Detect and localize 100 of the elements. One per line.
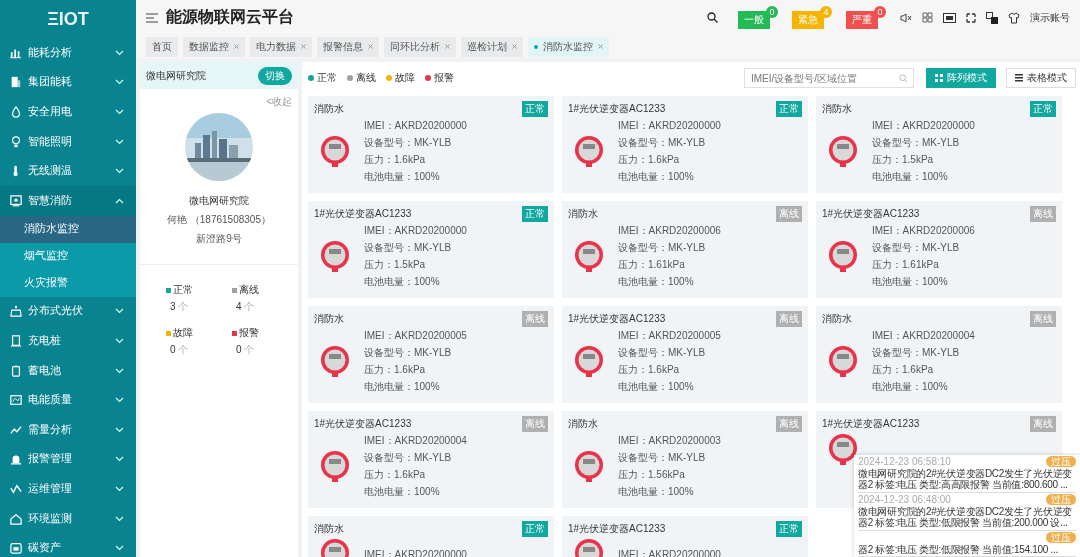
device-name: 消防水: [568, 417, 598, 431]
notification-text: 微电网研究院的2#光伏逆变器DC2发生了光伏逆变器2 标签:电压 类型:低限报警 当前值:200.000 设...: [858, 505, 1073, 529]
status-tag: 离线: [1030, 311, 1056, 327]
device-field: 设备型号：MK-YLB: [364, 451, 467, 465]
status-tag: 离线: [776, 416, 802, 432]
status-tag: 离线: [522, 311, 548, 327]
device-name: 消防水: [822, 102, 852, 116]
notification-time: 2024-12-23 06:58:10: [858, 456, 951, 467]
device-field: 压力：1.6kPa: [872, 363, 975, 377]
device-field: 电池电量：100%: [618, 170, 721, 184]
device-name: 1#光伏逆变器AC1233: [568, 312, 666, 326]
device-field: 压力：1.6kPa: [618, 363, 721, 377]
device-name: 消防水: [314, 522, 344, 536]
legend-label: 故障: [395, 71, 415, 85]
device-field: 电池电量：100%: [872, 170, 975, 184]
device-field: 电池电量：100%: [364, 275, 467, 289]
device-field: 电池电量：100%: [618, 380, 721, 394]
stat-label: 离线: [239, 283, 259, 297]
device-field: 电池电量：100%: [364, 170, 467, 184]
status-tag: 正常: [776, 101, 802, 117]
device-field: 设备型号：MK-YLB: [364, 346, 467, 360]
device-field: IMEI：AKRD20200000: [618, 119, 721, 133]
device-field: 压力：1.6kPa: [364, 468, 467, 482]
device-field: 设备型号：MK-YLB: [872, 346, 975, 360]
notification-text: 微电网研究院的2#光伏逆变器DC2发生了光伏逆变器2 标签:电压 类型:高高限报警 当前值:800.600 ...: [858, 467, 1073, 491]
device-name: 消防水: [568, 207, 598, 221]
address-text: 新澄路9号: [196, 232, 242, 246]
device-field: 电池电量：100%: [872, 380, 975, 394]
alarm-tag: 过压: [1046, 456, 1076, 467]
logo: ΞIOT: [47, 8, 89, 30]
device-field: 电池电量：100%: [618, 275, 721, 289]
notification-time: 2024-12-23 06:48:00: [858, 494, 951, 505]
device-field: IMEI：AKRD20200005: [618, 329, 721, 343]
stat-count: 4 个: [235, 300, 256, 314]
site-name: 微电网研究院: [146, 68, 206, 83]
status-tag: 离线: [1030, 416, 1056, 432]
device-field: 设备型号：MK-YLB: [618, 346, 721, 360]
device-field: IMEI：AKRD20200005: [364, 329, 467, 343]
app-title: 能源物联网云平台: [166, 7, 294, 27]
stat-label: 报警: [239, 326, 259, 340]
device-name: 1#光伏逆变器AC1233: [568, 522, 666, 536]
device-field: 压力：1.6kPa: [364, 363, 467, 377]
device-field: IMEI：AKRD20200000: [364, 224, 467, 238]
device-field: 电池电量：100%: [364, 380, 467, 394]
device-name: 消防水: [314, 312, 344, 326]
device-field: 设备型号：MK-YLB: [364, 136, 467, 150]
device-name: 1#光伏逆变器AC1233: [314, 207, 412, 221]
legend-label: 离线: [356, 71, 376, 85]
site-title: 微电网研究院: [189, 194, 249, 208]
device-field: 设备型号：MK-YLB: [618, 451, 721, 465]
device-field: 设备型号：MK-YLB: [364, 241, 467, 255]
contact-text: 何艳 （18761508305）: [167, 213, 271, 227]
status-tag: 离线: [1030, 206, 1056, 222]
count-badge: 0: [874, 6, 886, 18]
device-field: 电池电量：100%: [364, 485, 467, 499]
device-field: 压力：1.5kPa: [872, 153, 975, 167]
device-field: IMEI：AKRD20200000: [364, 119, 467, 133]
status-tag: 正常: [522, 206, 548, 222]
device-field: 压力：1.6kPa: [618, 153, 721, 167]
device-name: 消防水: [314, 102, 344, 116]
notification-text: 器2 标签:电压 类型:低限报警 当前值:154.100 ...: [858, 543, 1059, 555]
stat-label: 故障: [173, 326, 193, 340]
stat-label: 正常: [173, 283, 193, 297]
device-name: 1#光伏逆变器AC1233: [314, 417, 412, 431]
alarm-tag: 过压: [1046, 532, 1076, 543]
device-name: 消防水: [822, 312, 852, 326]
count-badge: 4: [820, 6, 832, 18]
count-badge: 0: [766, 6, 778, 18]
device-field: IMEI：AKRD20200004: [872, 329, 975, 343]
legend-label: 报警: [434, 71, 454, 85]
device-field: IMEI：AKRD20200006: [618, 224, 721, 238]
device-field: 压力：1.6kPa: [364, 153, 467, 167]
status-tag: 离线: [522, 416, 548, 432]
device-field: IMEI：AKRD20200003: [618, 434, 721, 448]
stat-count: 0 个: [169, 343, 190, 357]
device-name: 1#光伏逆变器AC1233: [822, 417, 920, 431]
legend-label: 正常: [317, 71, 337, 85]
device-name: 1#光伏逆变器AC1233: [568, 102, 666, 116]
device-field: 电池电量：100%: [872, 275, 975, 289]
device-field: 设备型号：MK-YLB: [872, 136, 975, 150]
device-field: 压力：1.61kPa: [618, 258, 721, 272]
device-field: 设备型号：MK-YLB: [618, 136, 721, 150]
device-field: IMEI：AKRD20200000: [872, 119, 975, 133]
status-tag: 正常: [1030, 101, 1056, 117]
device-field: IMEI：AKRD20200006: [872, 224, 975, 238]
device-field: 电池电量：100%: [618, 485, 721, 499]
status-tag: 正常: [522, 101, 548, 117]
stat-count: 3 个: [169, 300, 190, 314]
status-tag: 正常: [776, 521, 802, 537]
status-tag: 离线: [776, 311, 802, 327]
device-field: 压力：1.5kPa: [364, 258, 467, 272]
status-tag: 离线: [776, 206, 802, 222]
device-field: 压力：1.61kPa: [872, 258, 975, 272]
status-tag: 正常: [522, 521, 548, 537]
device-field: IMEI：AKRD20200004: [364, 434, 467, 448]
stat-count: 0 个: [235, 343, 256, 357]
device-name: 1#光伏逆变器AC1233: [822, 207, 920, 221]
alarm-tag: 过压: [1046, 494, 1076, 505]
device-field: 设备型号：MK-YLB: [618, 241, 721, 255]
device-field: 设备型号：MK-YLB: [872, 241, 975, 255]
